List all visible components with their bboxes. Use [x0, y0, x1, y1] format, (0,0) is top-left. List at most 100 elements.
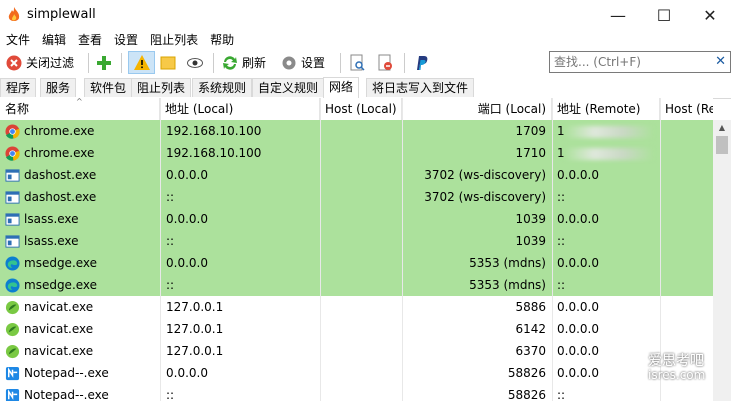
- title-bar: simplewall — ☐ ✕: [0, 0, 731, 30]
- search-box[interactable]: ✕: [549, 51, 731, 73]
- settings-label: 设置: [301, 56, 326, 70]
- table-row[interactable]: navicat.exe 127.0.0.1 5886 0.0.0.0: [0, 296, 713, 318]
- menu-view[interactable]: 查看: [72, 31, 108, 48]
- tab-services[interactable]: 服务: [40, 78, 77, 97]
- folder-icon: [160, 56, 176, 69]
- refresh-label: 刷新: [242, 56, 267, 70]
- menu-edit[interactable]: 编辑: [36, 31, 72, 48]
- local-address-cell: ::: [166, 388, 175, 401]
- edge-icon: [5, 255, 20, 271]
- col-local-host[interactable]: Host (Local): [320, 98, 402, 120]
- local-port-cell: 58826: [507, 366, 546, 380]
- window-app-icon: [5, 212, 20, 227]
- table-row[interactable]: msedge.exe:: 5353 (mdns)::: [0, 274, 713, 296]
- tab-blocklist[interactable]: 阻止列表: [131, 78, 192, 97]
- process-name-cell: msedge.exe: [5, 274, 160, 296]
- close-button[interactable]: ✕: [687, 0, 731, 30]
- window-app-icon: [5, 190, 20, 205]
- local-address-cell: 127.0.0.1: [166, 322, 224, 336]
- col-local-address[interactable]: 地址 (Local): [160, 98, 320, 120]
- process-name-cell: Notepad--.exe: [5, 362, 160, 384]
- flame-app-icon: [8, 7, 20, 21]
- local-address-cell: 192.168.10.100: [166, 146, 262, 160]
- local-port-cell: 5353 (mdns): [469, 256, 546, 270]
- clear-search-icon[interactable]: ✕: [715, 54, 726, 69]
- tab-packages[interactable]: 软件包: [84, 78, 133, 97]
- process-name-cell: navicat.exe: [5, 340, 160, 362]
- menu-blocklist[interactable]: 阻止列表: [144, 31, 204, 48]
- local-port-cell: 1710: [515, 146, 546, 160]
- table-row[interactable]: Notepad--.exe:: 58826::: [0, 384, 713, 401]
- table-row[interactable]: chrome.exe 192.168.10.100 1709 1: [0, 120, 713, 142]
- table-row[interactable]: dashost.exe:: 3702 (ws-discovery)::: [0, 186, 713, 208]
- watermark-text: 爱思考吧: [648, 353, 704, 369]
- chrome-icon: [5, 123, 20, 139]
- local-port-cell: 6142: [515, 322, 546, 336]
- tab-programs[interactable]: 程序: [0, 78, 37, 97]
- local-address-cell: 127.0.0.1: [166, 300, 224, 314]
- eye-icon: [187, 57, 203, 68]
- menu-bar: 文件 编辑 查看 设置 阻止列表 帮助: [0, 30, 731, 49]
- window-title: simplewall: [27, 7, 96, 22]
- refresh-button[interactable]: 刷新: [221, 51, 266, 74]
- table-row[interactable]: navicat.exe 127.0.0.1 6142 0.0.0.0: [0, 318, 713, 340]
- local-port-cell: 1709: [515, 124, 546, 138]
- remote-address-cell: 0.0.0.0: [557, 256, 599, 270]
- process-name-cell: navicat.exe: [5, 296, 160, 318]
- remote-address-cell: 0.0.0.0: [557, 366, 599, 380]
- view-button[interactable]: [186, 51, 204, 74]
- remote-address-cell: ::: [557, 278, 566, 292]
- table-row[interactable]: lsass.exe:: 1039::: [0, 230, 713, 252]
- local-port-cell: 5353 (mdns): [469, 278, 546, 292]
- local-address-cell: 0.0.0.0: [166, 256, 208, 270]
- donate-button[interactable]: [412, 51, 430, 74]
- settings-button[interactable]: 设置: [280, 51, 325, 74]
- vertical-scrollbar[interactable]: ▲: [713, 120, 731, 401]
- window-app-icon: [5, 168, 20, 183]
- table-row[interactable]: msedge.exe 0.0.0.0 5353 (mdns) 0.0.0.0: [0, 252, 713, 274]
- local-address-cell: ::: [166, 234, 175, 248]
- tab-log-to-file[interactable]: 将日志写入到文件: [366, 78, 475, 97]
- menu-settings[interactable]: 设置: [108, 31, 144, 48]
- table-row[interactable]: Notepad--.exe 0.0.0.0 58826 0.0.0.0: [0, 362, 713, 384]
- col-remote-address[interactable]: 地址 (Remote): [552, 98, 660, 120]
- menu-file[interactable]: 文件: [0, 31, 36, 48]
- process-name-cell: chrome.exe: [5, 120, 160, 142]
- table-row[interactable]: dashost.exe 0.0.0.0 3702 (ws-discovery) 0.0…: [0, 164, 713, 186]
- tab-custom-rules[interactable]: 自定义规则: [252, 78, 325, 97]
- scroll-thumb[interactable]: [716, 136, 728, 154]
- remote-address-cell: 0.0.0.0: [557, 300, 599, 314]
- local-address-cell: 192.168.10.100: [166, 124, 262, 138]
- process-name-cell: dashost.exe: [5, 164, 160, 186]
- paypal-icon: [417, 55, 428, 70]
- local-port-cell: 6370: [515, 344, 546, 358]
- process-name-cell: navicat.exe: [5, 318, 160, 340]
- tab-network[interactable]: 网络: [323, 77, 360, 98]
- table-row[interactable]: navicat.exe 127.0.0.1 6370 0.0.0.0: [0, 340, 713, 362]
- minimize-button[interactable]: —: [595, 0, 641, 30]
- refresh-icon: [223, 55, 237, 70]
- tab-system-rules[interactable]: 系统规则: [192, 78, 253, 97]
- col-local-port[interactable]: 端口 (Local): [402, 98, 552, 120]
- col-remote-host[interactable]: Host (Re: [660, 98, 713, 120]
- table-row[interactable]: chrome.exe 192.168.10.100 1710 1: [0, 142, 713, 164]
- local-port-cell: 58826: [507, 388, 546, 401]
- maximize-button[interactable]: ☐: [641, 0, 687, 30]
- disable-filter-button[interactable]: 关闭过滤: [5, 51, 74, 74]
- add-button[interactable]: [95, 51, 113, 74]
- search-input[interactable]: [550, 52, 708, 72]
- warning-toggle-button[interactable]: [128, 51, 155, 74]
- notepad-icon: [5, 366, 20, 381]
- menu-help[interactable]: 帮助: [204, 31, 240, 48]
- notification-button[interactable]: [159, 51, 177, 74]
- local-port-cell: 3702 (ws-discovery): [424, 168, 546, 182]
- remote-address-cell: 1: [557, 142, 657, 164]
- table-row[interactable]: lsass.exe 0.0.0.0 1039 0.0.0.0: [0, 208, 713, 230]
- local-address-cell: ::: [166, 278, 175, 292]
- local-address-cell: 0.0.0.0: [166, 212, 208, 226]
- log-view-button[interactable]: [348, 51, 366, 74]
- chrome-icon: [5, 145, 20, 161]
- process-name-cell: dashost.exe: [5, 186, 160, 208]
- log-clear-button[interactable]: [376, 51, 394, 74]
- scroll-up-icon[interactable]: ▲: [713, 120, 731, 136]
